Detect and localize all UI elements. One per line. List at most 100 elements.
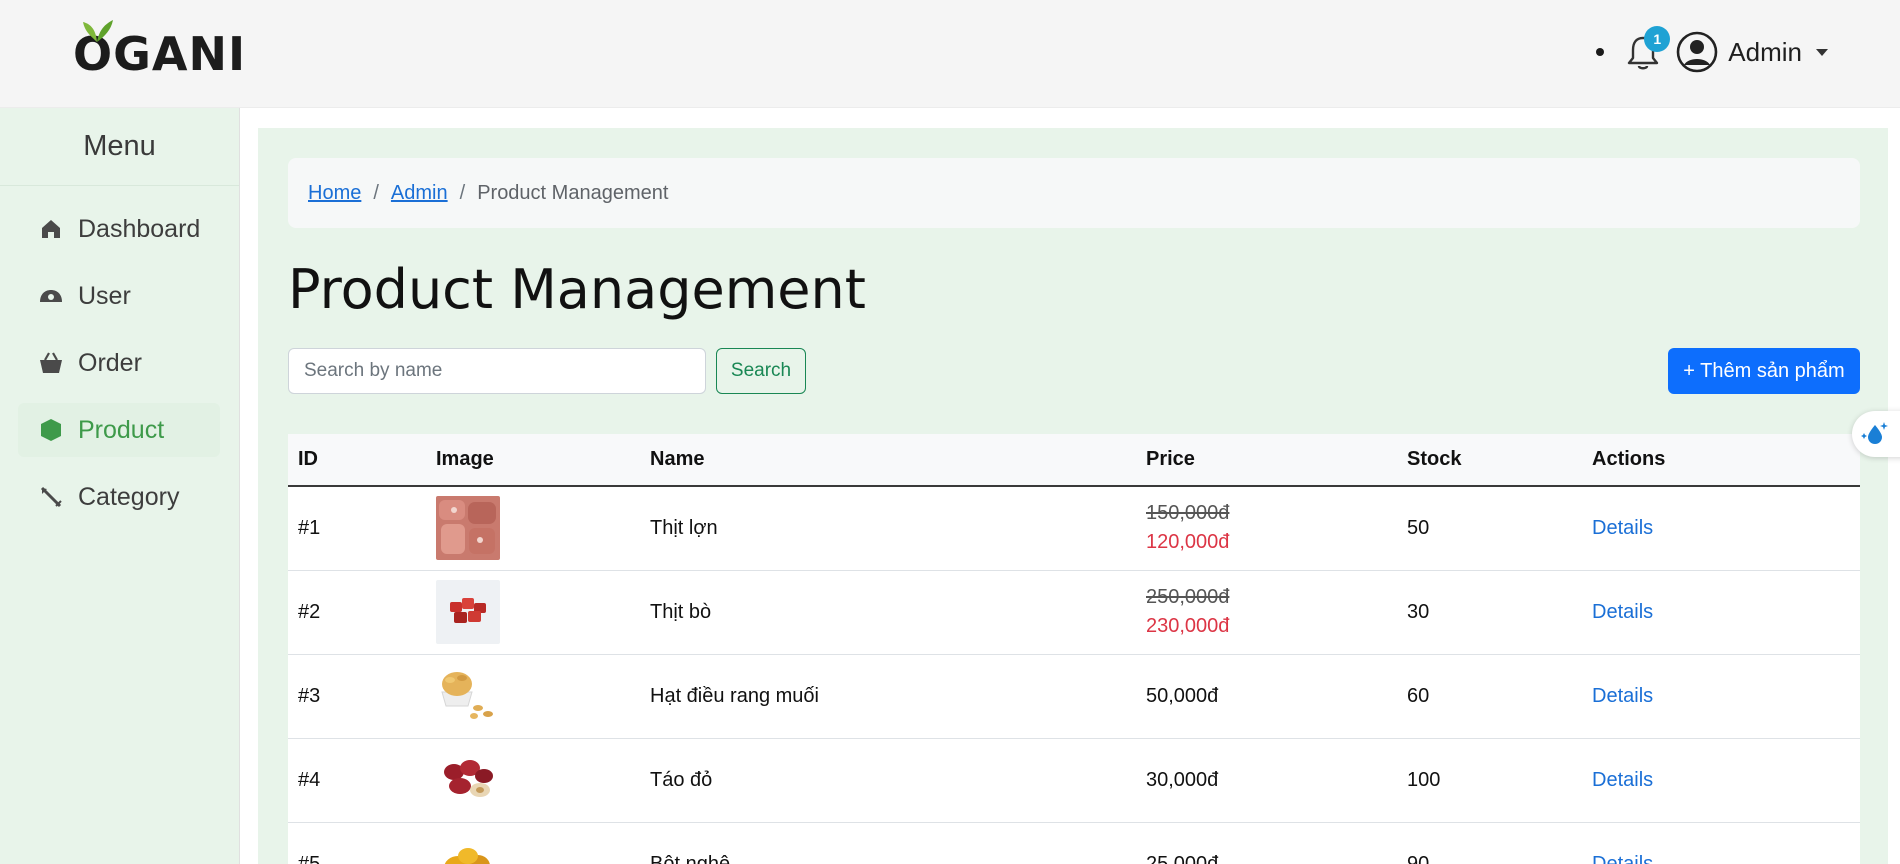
cell-id: #5 bbox=[288, 822, 426, 864]
product-table: ID Image Name Price Stock Actions #1 Thị… bbox=[288, 434, 1860, 864]
notification-badge: 1 bbox=[1644, 26, 1671, 52]
breadcrumb-separator: / bbox=[459, 181, 466, 204]
column-header-name: Name bbox=[650, 448, 705, 470]
sidebar-item-label: Order bbox=[78, 348, 142, 377]
cell-image bbox=[426, 654, 640, 739]
pork-image bbox=[436, 496, 500, 561]
breadcrumb-current: Product Management bbox=[477, 181, 669, 204]
sidebar-item-label: User bbox=[78, 281, 131, 310]
sidebar-item-user[interactable]: User bbox=[18, 269, 220, 323]
cell-stock: 60 bbox=[1397, 654, 1582, 739]
cell-actions: Details bbox=[1582, 486, 1860, 571]
sidebar: Menu Dashboard User Order Product Catego… bbox=[0, 108, 240, 864]
cell-name: Bột nghệ bbox=[640, 822, 1136, 864]
leaf-icon bbox=[83, 20, 113, 42]
breadcrumb: Home / Admin / Product Management bbox=[288, 158, 1860, 228]
cell-stock: 90 bbox=[1397, 822, 1582, 864]
main-content: Home / Admin / Product Management Produc… bbox=[258, 128, 1888, 864]
user-icon bbox=[38, 283, 64, 309]
details-link[interactable]: Details bbox=[1592, 769, 1653, 791]
price: 30,000đ bbox=[1146, 768, 1219, 791]
cell-actions: Details bbox=[1582, 738, 1860, 823]
cell-name: Táo đỏ bbox=[640, 738, 1136, 823]
page-title: Product Management bbox=[288, 258, 866, 321]
cell-price: 50,000đ bbox=[1136, 654, 1397, 739]
cell-price: 150,000đ 120,000đ bbox=[1136, 486, 1397, 571]
cell-image bbox=[426, 738, 640, 823]
cell-name: Thịt bò bbox=[640, 570, 1136, 655]
brand-logo[interactable]: OGANI bbox=[73, 20, 246, 80]
sidebar-title: Menu bbox=[0, 108, 239, 186]
status-dot bbox=[1596, 48, 1605, 56]
table-row: #2 Thịt bò 250,000đ 230,000đ 30 Details bbox=[288, 570, 1860, 655]
cell-stock: 30 bbox=[1397, 570, 1582, 655]
details-link[interactable]: Details bbox=[1592, 685, 1653, 707]
sale-price: 230,000đ bbox=[1146, 615, 1230, 637]
cell-actions: Details bbox=[1582, 654, 1860, 739]
cell-stock: 50 bbox=[1397, 486, 1582, 571]
cell-stock: 100 bbox=[1397, 738, 1582, 823]
table-header-row: ID Image Name Price Stock Actions bbox=[288, 434, 1860, 486]
cashew-image bbox=[436, 664, 500, 728]
details-link[interactable]: Details bbox=[1592, 601, 1653, 623]
details-link[interactable]: Details bbox=[1592, 853, 1653, 864]
sidebar-item-label: Product bbox=[78, 415, 165, 444]
price: 25,000đ bbox=[1146, 852, 1219, 864]
tag-icon bbox=[38, 484, 64, 510]
cell-id: #4 bbox=[288, 738, 426, 823]
breadcrumb-home-link[interactable]: Home bbox=[308, 182, 361, 205]
cell-image bbox=[426, 570, 640, 655]
price: 50,000đ bbox=[1146, 684, 1219, 707]
column-header-image: Image bbox=[436, 448, 494, 470]
chevron-down-icon[interactable] bbox=[1816, 48, 1828, 56]
breadcrumb-admin-link[interactable]: Admin bbox=[391, 182, 448, 205]
cell-actions: Details bbox=[1582, 570, 1860, 655]
cell-price: 250,000đ 230,000đ bbox=[1136, 570, 1397, 655]
sidebar-item-order[interactable]: Order bbox=[18, 336, 220, 390]
product-table-wrapper: ID Image Name Price Stock Actions #1 Thị… bbox=[288, 434, 1860, 864]
table-row: #5 Bột nghệ 25,000đ 90 Details bbox=[288, 822, 1860, 864]
cell-price: 25,000đ bbox=[1136, 822, 1397, 864]
sidebar-item-product[interactable]: Product bbox=[18, 403, 220, 457]
cell-price: 30,000đ bbox=[1136, 738, 1397, 823]
user-avatar-icon[interactable] bbox=[1676, 31, 1718, 73]
column-header-stock: Stock bbox=[1407, 448, 1462, 470]
product-icon bbox=[38, 417, 64, 443]
table-row: #3 Hạt điều rang muối 50,000đ 60 Details bbox=[288, 654, 1860, 739]
table-row: #4 Táo đỏ 30,000đ 100 Details bbox=[288, 738, 1860, 823]
cell-id: #3 bbox=[288, 654, 426, 739]
sidebar-item-label: Category bbox=[78, 482, 180, 511]
floating-assistant-button[interactable] bbox=[1852, 411, 1900, 457]
cell-name: Hạt điều rang muối bbox=[640, 654, 1136, 739]
breadcrumb-separator: / bbox=[373, 181, 379, 204]
turmeric-image bbox=[436, 832, 500, 864]
notifications-button[interactable]: 1 bbox=[1626, 26, 1671, 72]
sidebar-item-category[interactable]: Category bbox=[18, 470, 220, 524]
details-link[interactable]: Details bbox=[1592, 517, 1653, 539]
search-button[interactable]: Search bbox=[716, 348, 806, 394]
column-header-price: Price bbox=[1146, 448, 1195, 470]
user-menu-label[interactable]: Admin bbox=[1728, 37, 1802, 68]
cell-image bbox=[426, 486, 640, 571]
add-product-button[interactable]: + Thêm sản phẩm bbox=[1668, 348, 1860, 394]
search-input[interactable] bbox=[288, 348, 706, 394]
original-price: 150,000đ bbox=[1146, 502, 1230, 525]
cell-actions: Details bbox=[1582, 822, 1860, 864]
basket-icon bbox=[38, 350, 64, 376]
top-header: OGANI 1 Admin bbox=[0, 0, 1900, 108]
sidebar-item-dashboard[interactable]: Dashboard bbox=[18, 202, 220, 256]
sidebar-item-label: Dashboard bbox=[78, 214, 201, 243]
sale-price: 120,000đ bbox=[1146, 531, 1230, 554]
cell-id: #1 bbox=[288, 486, 426, 571]
cell-image bbox=[426, 822, 640, 864]
sparkle-droplet-icon bbox=[1861, 422, 1888, 444]
red-dates-image bbox=[436, 748, 500, 812]
home-icon bbox=[38, 216, 64, 242]
header-actions: 1 Admin bbox=[1596, 22, 1828, 82]
column-header-actions: Actions bbox=[1592, 448, 1666, 470]
column-header-id: ID bbox=[298, 448, 318, 470]
original-price: 250,000đ bbox=[1146, 586, 1230, 608]
beef-image bbox=[436, 580, 500, 644]
cell-id: #2 bbox=[288, 570, 426, 655]
cell-name: Thịt lợn bbox=[640, 486, 1136, 571]
